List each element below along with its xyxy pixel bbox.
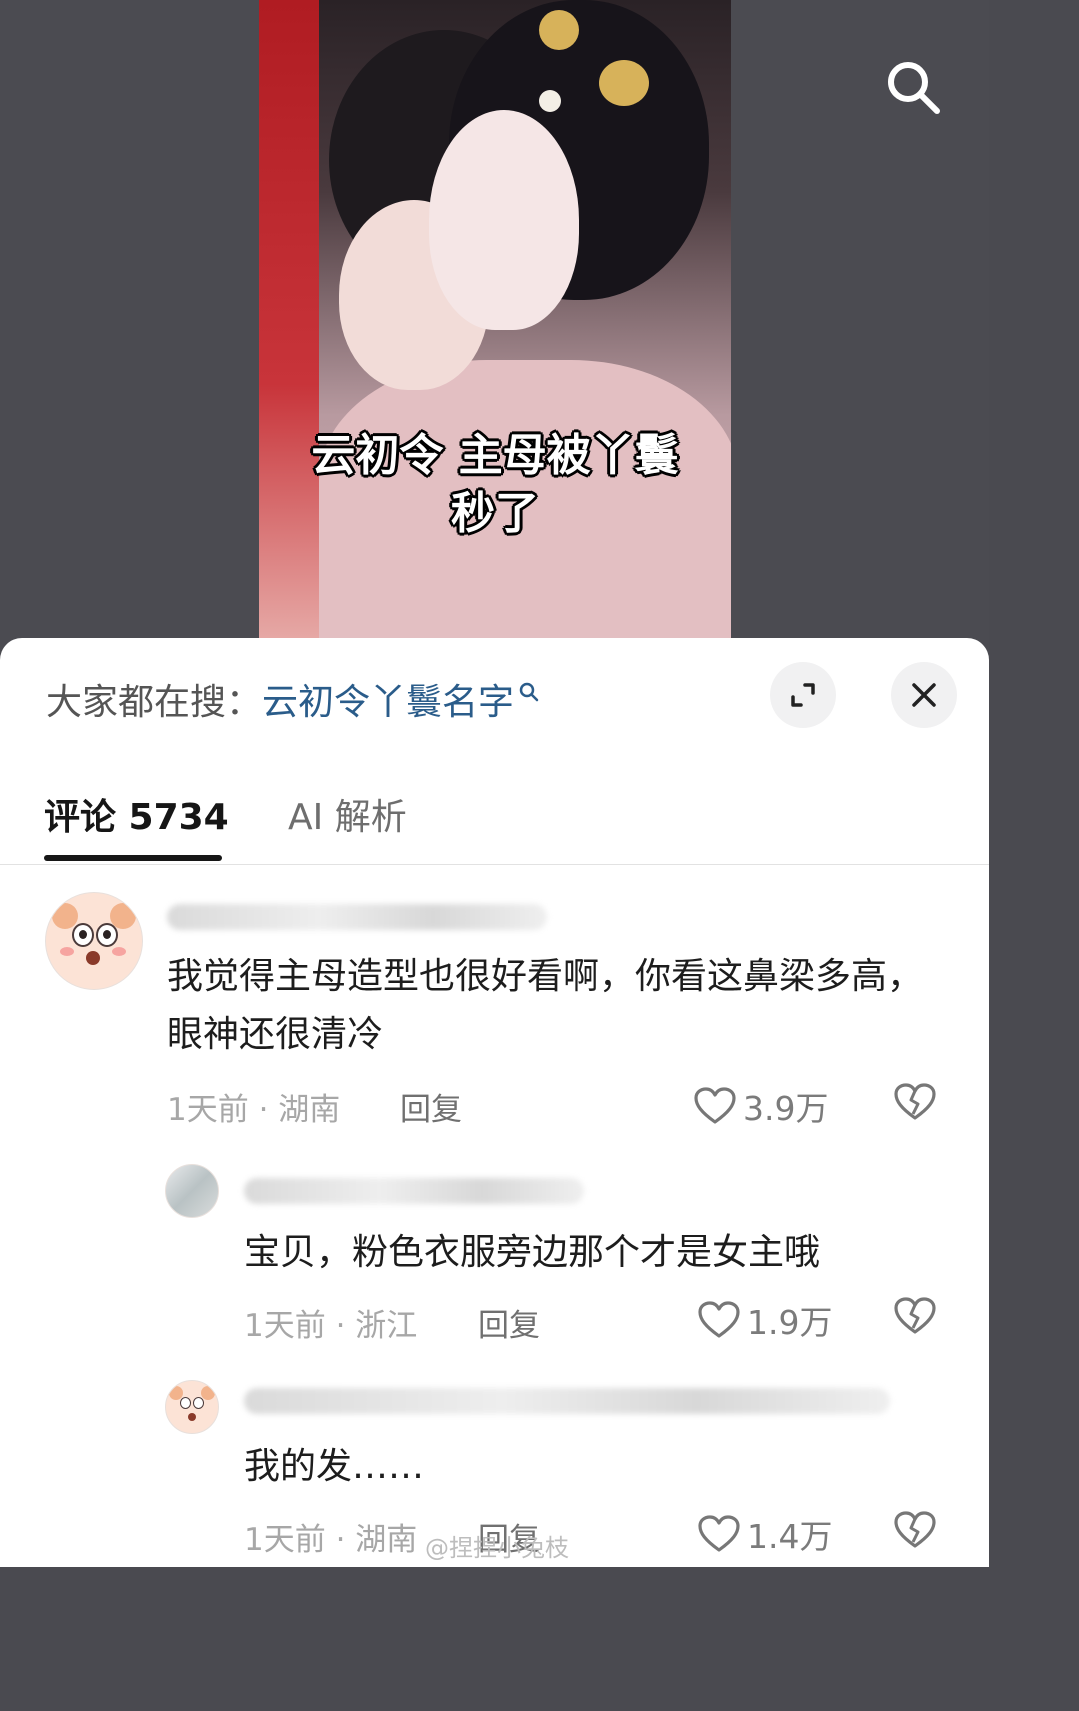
- comment-sheet: 大家都在搜： 云初令丫鬟名字 评论 5734 AI 解析 我觉得主母造型也很好看…: [0, 638, 989, 1567]
- dislike-button[interactable]: [893, 1296, 937, 1340]
- hair-ornament: [539, 10, 579, 50]
- comment-time-location: 1天前 · 浙江: [244, 1308, 418, 1344]
- comment-text: 我觉得主母造型也很好看啊，你看这鼻梁多高，眼神还很清冷: [167, 956, 924, 1055]
- like-button[interactable]: 3.9万: [693, 1082, 828, 1130]
- tab-comments[interactable]: 评论 5734: [44, 788, 229, 840]
- expand-icon: [791, 683, 815, 707]
- video-caption-line2: 秒了: [451, 488, 539, 539]
- reply-button[interactable]: 回复: [400, 1084, 462, 1129]
- like-count: 1.9万: [747, 1303, 833, 1342]
- avatar[interactable]: [45, 892, 143, 990]
- comment-text: 宝贝，粉色衣服旁边那个才是女主哦: [244, 1232, 821, 1273]
- expand-button[interactable]: [770, 662, 836, 728]
- avatar[interactable]: [165, 1164, 219, 1218]
- like-button[interactable]: 1.9万: [697, 1296, 832, 1344]
- username-blurred[interactable]: [244, 1388, 890, 1414]
- trending-search-label: 大家都在搜：: [46, 682, 263, 723]
- broken-heart-icon: [894, 1083, 936, 1120]
- tab-ai-analysis[interactable]: AI 解析: [288, 788, 407, 840]
- close-button[interactable]: [891, 662, 957, 728]
- like-button[interactable]: 1.4万: [697, 1510, 832, 1558]
- comment-text: 我的发……: [244, 1446, 425, 1487]
- broken-heart-icon: [894, 1511, 936, 1548]
- small-search-icon: [519, 682, 539, 702]
- video-caption-line1: 云初令 主母被丫鬟: [311, 430, 679, 481]
- broken-heart-icon: [894, 1297, 936, 1334]
- watermark: @捏捏小兔枝: [425, 1534, 569, 1562]
- video-player[interactable]: [259, 0, 731, 640]
- comment-tabs: 评论 5734 AI 解析: [0, 778, 989, 865]
- active-tab-indicator: [44, 855, 222, 861]
- dislike-button[interactable]: [893, 1510, 937, 1554]
- like-count: 3.9万: [743, 1089, 829, 1128]
- trending-search-row[interactable]: 大家都在搜： 云初令丫鬟名字: [46, 674, 540, 724]
- comment-time-location: 1天前 · 湖南: [167, 1092, 341, 1128]
- username-blurred[interactable]: [167, 904, 547, 930]
- heart-icon: [694, 1087, 736, 1124]
- comment-time-location: 1天前 · 湖南: [244, 1522, 418, 1558]
- face-right: [429, 110, 579, 330]
- like-count: 1.4万: [747, 1517, 833, 1556]
- heart-icon: [698, 1515, 740, 1552]
- hair-ornament: [539, 90, 561, 112]
- heart-icon: [698, 1301, 740, 1338]
- avatar[interactable]: [165, 1380, 219, 1434]
- search-icon: [888, 62, 940, 114]
- username-blurred[interactable]: [244, 1178, 584, 1204]
- trending-search-term[interactable]: 云初令丫鬟名字: [262, 673, 514, 725]
- search-button[interactable]: [878, 52, 948, 122]
- close-icon: [912, 683, 936, 707]
- reply-button[interactable]: 回复: [478, 1300, 540, 1345]
- dislike-button[interactable]: [893, 1082, 937, 1126]
- red-wall-backdrop: [259, 0, 319, 640]
- hair-ornament: [599, 60, 649, 106]
